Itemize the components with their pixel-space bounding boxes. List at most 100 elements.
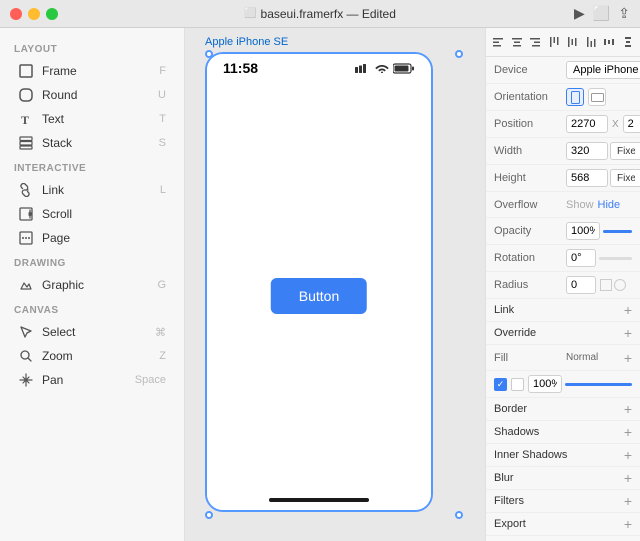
link-row: Link +	[486, 299, 640, 322]
position-separator: X	[610, 119, 621, 130]
device-label-text: Device	[494, 64, 566, 76]
sidebar-item-zoom[interactable]: Zoom Z	[4, 344, 180, 368]
width-label: Width	[494, 145, 566, 157]
rotation-slider[interactable]	[599, 257, 632, 260]
resize-handle-tl[interactable]	[205, 50, 213, 58]
height-input[interactable]	[566, 169, 608, 187]
sidebar-item-graphic[interactable]: Graphic G	[4, 273, 180, 297]
position-label: Position	[494, 118, 566, 130]
distribute-h-btn[interactable]	[601, 32, 618, 52]
page-icon	[18, 230, 34, 246]
shadows-add-btn[interactable]: +	[624, 425, 632, 439]
opacity-label: Opacity	[494, 225, 566, 237]
graphic-icon	[18, 277, 34, 293]
align-top-btn[interactable]	[546, 32, 563, 52]
resize-handle-br[interactable]	[455, 511, 463, 519]
align-bottom-btn[interactable]	[583, 32, 600, 52]
device-row: Device Apple iPhone SE	[486, 57, 640, 84]
close-button[interactable]	[10, 8, 22, 20]
link-add-btn[interactable]: +	[624, 303, 632, 317]
fill-opacity-slider[interactable]	[565, 383, 632, 386]
opacity-input[interactable]	[566, 222, 600, 240]
canvas-area[interactable]: Apple iPhone SE 11:58	[185, 28, 485, 541]
inner-shadows-add-btn[interactable]: +	[624, 448, 632, 462]
zoom-shortcut: Z	[159, 350, 166, 362]
sidebar-item-select[interactable]: Select ⌘	[4, 320, 180, 344]
width-input[interactable]	[566, 142, 608, 160]
blur-row: Blur +	[486, 467, 640, 490]
sidebar-item-pan[interactable]: Pan Space	[4, 368, 180, 392]
sidebar-item-page[interactable]: Page	[4, 226, 180, 250]
radius-square-icon[interactable]	[600, 279, 612, 291]
phone-time: 11:58	[223, 60, 258, 76]
sidebar-item-round[interactable]: Round U	[4, 83, 180, 107]
border-add-btn[interactable]: +	[624, 402, 632, 416]
text-icon: T	[18, 111, 34, 127]
fill-color-swatch[interactable]	[511, 378, 524, 391]
link-shortcut: L	[160, 184, 166, 196]
resize-handle-tr[interactable]	[455, 50, 463, 58]
height-mode-select[interactable]: Fixed Fill	[610, 169, 640, 187]
phone-body: Button	[207, 82, 431, 510]
resize-handle-bl[interactable]	[205, 511, 213, 519]
frame-label: Frame	[42, 64, 159, 78]
align-left-btn[interactable]	[490, 32, 507, 52]
override-add-btn[interactable]: +	[624, 326, 632, 340]
radius-round-icon[interactable]	[614, 279, 626, 291]
filters-add-btn[interactable]: +	[624, 494, 632, 508]
device-select[interactable]: Apple iPhone SE	[566, 61, 640, 79]
border-row: Border +	[486, 398, 640, 421]
overflow-hide-btn[interactable]: Hide	[598, 199, 621, 211]
fill-add-btn[interactable]: +	[624, 351, 632, 365]
share-icon[interactable]: ⇪	[618, 5, 630, 22]
file-icon: ⬜	[244, 8, 256, 19]
sidebar-item-link[interactable]: Link L	[4, 178, 180, 202]
overflow-show-btn[interactable]: Show	[566, 199, 594, 211]
shadows-label-text: Shadows	[494, 426, 624, 438]
width-mode-select[interactable]: Fixed Fill	[610, 142, 640, 160]
select-icon	[18, 324, 34, 340]
sidebar-item-text[interactable]: T Text T	[4, 107, 180, 131]
fill-color-row: ✓	[486, 371, 640, 398]
preview-icon[interactable]: ⬜	[593, 5, 610, 22]
blur-add-btn[interactable]: +	[624, 471, 632, 485]
filters-row: Filters +	[486, 490, 640, 513]
maximize-button[interactable]	[46, 8, 58, 20]
position-y-input[interactable]	[623, 115, 640, 133]
minimize-button[interactable]	[28, 8, 40, 20]
fill-opacity-input[interactable]	[528, 375, 562, 393]
layout-section-label: Layout	[0, 36, 184, 59]
sidebar-item-stack[interactable]: Stack S	[4, 131, 180, 155]
orientation-landscape[interactable]	[588, 88, 606, 106]
fill-row: Fill Normal +	[486, 345, 640, 371]
properties-section: Device Apple iPhone SE Orientation Posit…	[486, 57, 640, 536]
drawing-section-label: Drawing	[0, 250, 184, 273]
rotation-input[interactable]	[566, 249, 596, 267]
overflow-label: Overflow	[494, 199, 566, 211]
graphic-label: Graphic	[42, 278, 157, 292]
distribute-v-btn[interactable]	[620, 32, 637, 52]
sidebar-item-scroll[interactable]: Scroll	[4, 202, 180, 226]
play-icon[interactable]: ▶	[574, 5, 585, 22]
fill-checkbox[interactable]: ✓	[494, 378, 507, 391]
position-x-input[interactable]	[566, 115, 608, 133]
export-add-btn[interactable]: +	[624, 517, 632, 531]
shadows-row: Shadows +	[486, 421, 640, 444]
align-center-btn[interactable]	[509, 32, 526, 52]
phone-button[interactable]: Button	[271, 278, 367, 314]
orientation-portrait[interactable]	[566, 88, 584, 106]
align-middle-btn[interactable]	[564, 32, 581, 52]
radius-input[interactable]	[566, 276, 596, 294]
titlebar-title: ⬜ baseui.framerfx — Edited	[244, 7, 396, 21]
sidebar-item-frame[interactable]: Frame F	[4, 59, 180, 83]
export-label-text: Export	[494, 518, 624, 530]
canvas-section-label: Canvas	[0, 297, 184, 320]
align-right-btn[interactable]	[527, 32, 544, 52]
fill-label-text: Fill	[494, 352, 566, 364]
text-label: Text	[42, 112, 159, 126]
zoom-icon	[18, 348, 34, 364]
titlebar-controls	[10, 8, 58, 20]
border-label-text: Border	[494, 403, 624, 415]
opacity-slider[interactable]	[603, 230, 632, 233]
link-label: Link	[42, 183, 160, 197]
